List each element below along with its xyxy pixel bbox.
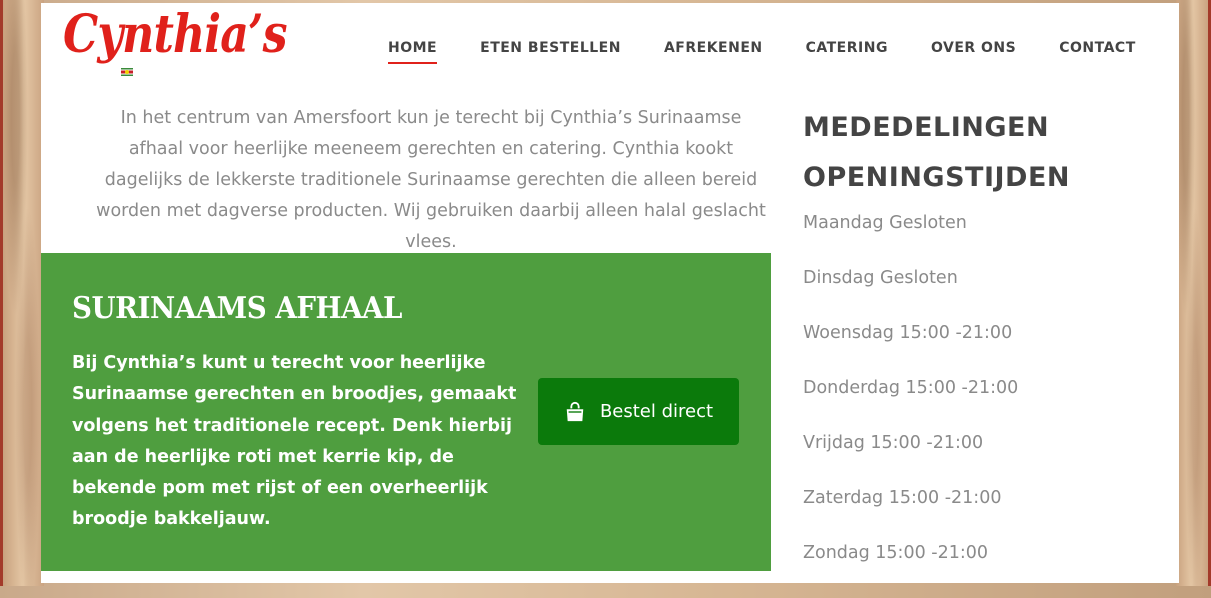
- order-now-button[interactable]: Bestel direct: [538, 378, 739, 445]
- main-navigation: HOME ETEN BESTELLEN AFREKENEN CATERING O…: [388, 40, 1179, 64]
- suriname-flag-icon: [121, 68, 133, 76]
- intro-text: In het centrum van Amersfoort kun je ter…: [96, 108, 766, 252]
- nav-over-ons[interactable]: OVER ONS: [931, 40, 1016, 64]
- shopping-bag-icon: [566, 401, 584, 421]
- wood-background-left: [0, 0, 44, 586]
- hours-item: Donderdag 15:00 -21:00: [803, 378, 1019, 398]
- hours-item: Woensdag 15:00 -21:00: [803, 323, 1013, 343]
- opening-hours-list: Maandag Gesloten Dinsdag Gesloten Woensd…: [803, 213, 1173, 598]
- page-container: Cynthia’s HOME ETEN BESTELLEN AFREKENEN …: [41, 3, 1179, 583]
- hours-item: Dinsdag Gesloten: [803, 268, 958, 288]
- nav-eten-bestellen[interactable]: ETEN BESTELLEN: [480, 40, 621, 64]
- sidebar: MEDEDELINGEN OPENINGSTIJDEN Maandag Gesl…: [803, 103, 1173, 598]
- nav-catering[interactable]: CATERING: [806, 40, 888, 64]
- wood-background-right: [1176, 0, 1211, 586]
- nav-home[interactable]: HOME: [388, 40, 438, 64]
- site-logo[interactable]: Cynthia’s: [63, 9, 287, 61]
- hours-item: Maandag Gesloten: [803, 213, 967, 233]
- announcements-heading: MEDEDELINGEN: [803, 112, 1050, 143]
- promo-body: Bij Cynthia’s kunt u terecht voor heerli…: [72, 353, 517, 530]
- hours-item: Zaterdag 15:00 -21:00: [803, 488, 1002, 508]
- hours-item: Vrijdag 15:00 -21:00: [803, 433, 984, 453]
- promo-title: SURINAAMS AFHAAL: [72, 291, 402, 326]
- nav-afrekenen[interactable]: AFREKENEN: [664, 40, 763, 64]
- promo-section: SURINAAMS AFHAAL Bij Cynthia’s kunt u te…: [41, 253, 771, 571]
- hours-item: Zondag 15:00 -21:00: [803, 543, 989, 563]
- order-now-label: Bestel direct: [599, 401, 714, 422]
- nav-contact[interactable]: CONTACT: [1059, 40, 1136, 64]
- opening-hours-heading: OPENINGSTIJDEN: [803, 162, 1070, 193]
